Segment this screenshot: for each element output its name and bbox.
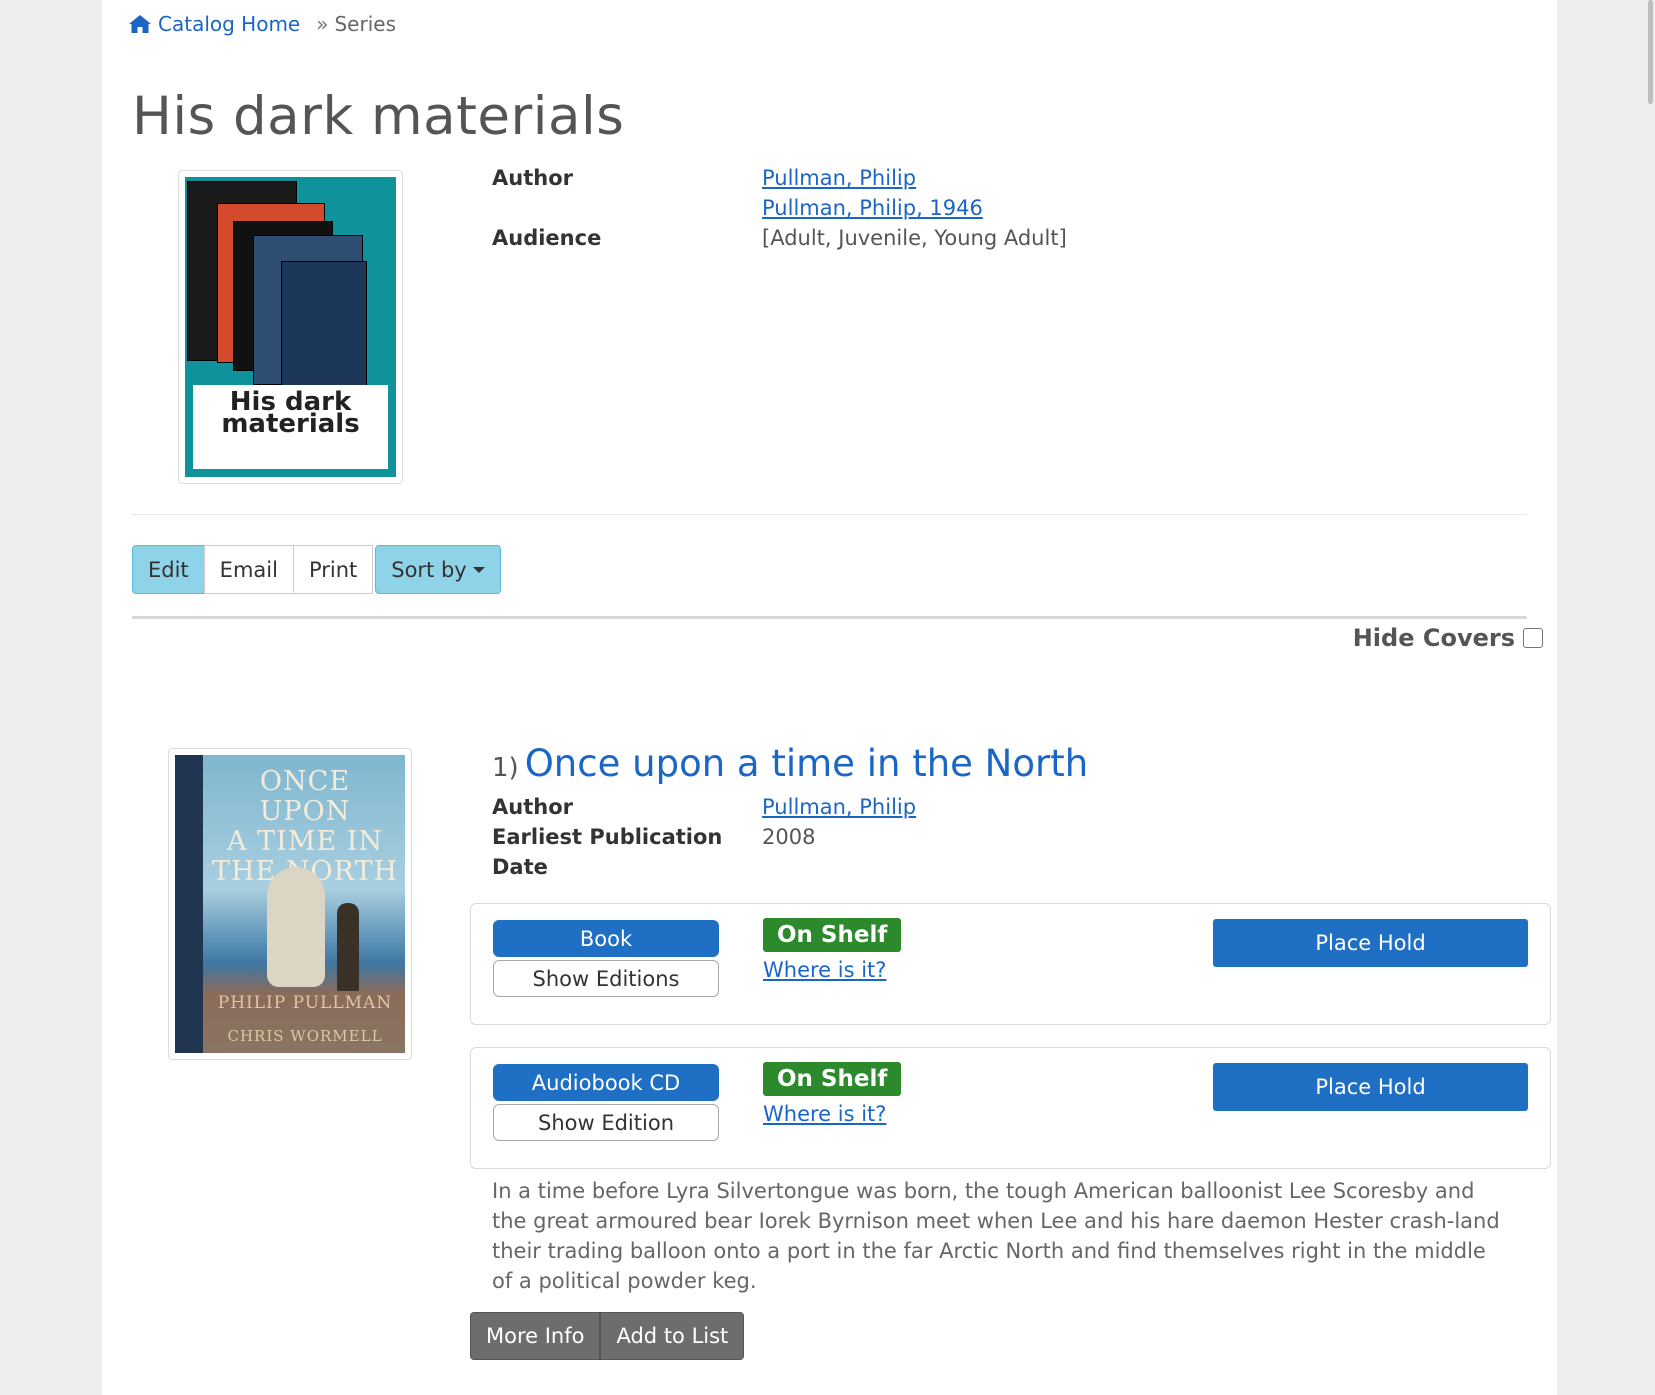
series-cover-caption: His dark materials	[193, 385, 388, 469]
publication-date-label-line-1: Earliest Publication	[492, 825, 723, 849]
cover-man-figure	[337, 903, 359, 991]
item-number: 1)	[492, 753, 519, 783]
where-is-it-link[interactable]: Where is it?	[763, 958, 886, 982]
item-actions: More Info Add to List	[470, 1312, 745, 1360]
breadcrumb-separator: »	[316, 12, 329, 36]
cover-title-line-1: ONCE UPON	[259, 766, 351, 827]
status-badge: On Shelf	[763, 918, 902, 952]
item-description: In a time before Lyra Silvertongue was b…	[492, 1179, 1500, 1293]
scrollbar[interactable]	[1645, 0, 1655, 1395]
cover-bear-figure	[267, 867, 325, 987]
home-icon	[129, 15, 151, 33]
publication-date-value: 2008	[762, 825, 816, 849]
cover-spine	[175, 755, 203, 1053]
sort-by-button[interactable]: Sort by	[375, 545, 501, 594]
series-cover-image: His dark materials	[185, 177, 396, 477]
cover-book-5	[281, 261, 367, 391]
item-details: Author Pullman, Philip Earliest Publicat…	[492, 792, 916, 882]
breadcrumb-current: Series	[334, 12, 396, 36]
format-button-audiobook[interactable]: Audiobook CD	[493, 1064, 719, 1101]
divider	[132, 514, 1527, 515]
audience-value: [Adult, Juvenile, Young Adult]	[762, 226, 1067, 250]
item-title-link[interactable]: Once upon a time in the North	[525, 742, 1088, 785]
publication-date-label-line-2: Date	[492, 855, 548, 879]
series-toolbar: Edit Email Print Sort by	[132, 545, 501, 594]
scrollbar-thumb[interactable]	[1648, 0, 1653, 104]
series-cover[interactable]: His dark materials	[178, 170, 403, 484]
where-is-it-link[interactable]: Where is it?	[763, 1102, 886, 1126]
cover-caption-line-2: materials	[221, 409, 360, 439]
show-editions-button[interactable]: Show Editions	[493, 960, 719, 997]
more-info-button[interactable]: More Info	[470, 1312, 601, 1360]
edit-button[interactable]: Edit	[132, 545, 205, 594]
series-details: Author Pullman, Philip Pullman, Philip, …	[492, 163, 1067, 253]
cover-illustrator: CHRIS WORMELL	[227, 1027, 383, 1045]
breadcrumb-home-link[interactable]: Catalog Home	[128, 12, 300, 36]
hide-covers-checkbox[interactable]	[1523, 628, 1543, 648]
audience-label: Audience	[492, 226, 602, 250]
item-heading: 1) Once upon a time in the North	[492, 742, 1088, 785]
cover-title-line-2: A TIME IN	[227, 826, 383, 857]
page-content: Catalog Home » Series His dark materials…	[102, 0, 1557, 1395]
add-to-list-button[interactable]: Add to List	[600, 1312, 745, 1360]
caret-down-icon	[472, 566, 485, 573]
email-button[interactable]: Email	[203, 545, 294, 594]
sort-by-label: Sort by	[391, 557, 467, 582]
cover-author: PHILIP PULLMAN	[217, 993, 393, 1013]
author-link-1[interactable]: Pullman, Philip	[762, 163, 983, 193]
status-badge: On Shelf	[763, 1062, 902, 1096]
item-cover-image: ONCE UPON A TIME IN THE NORTH PHILIP PUL…	[175, 755, 405, 1053]
item-cover[interactable]: ONCE UPON A TIME IN THE NORTH PHILIP PUL…	[168, 748, 412, 1060]
place-hold-button[interactable]: Place Hold	[1213, 919, 1528, 967]
publication-date-label: Earliest Publication Date	[492, 822, 762, 882]
breadcrumb: Catalog Home » Series	[128, 12, 396, 36]
print-button[interactable]: Print	[292, 545, 374, 594]
show-edition-button[interactable]: Show Edition	[493, 1104, 719, 1141]
author-label: Author	[492, 166, 573, 190]
place-hold-button[interactable]: Place Hold	[1213, 1063, 1528, 1111]
format-button-book[interactable]: Book	[493, 920, 719, 957]
item-author-label: Author	[492, 795, 573, 819]
divider	[132, 616, 1527, 619]
item-author-link[interactable]: Pullman, Philip	[762, 792, 916, 822]
format-row: Book Show Editions On Shelf Where is it?…	[470, 903, 1551, 1025]
author-link-2[interactable]: Pullman, Philip, 1946	[762, 193, 983, 223]
breadcrumb-home-label: Catalog Home	[158, 12, 301, 36]
format-row: Audiobook CD Show Edition On Shelf Where…	[470, 1047, 1551, 1169]
hide-covers-toggle[interactable]: Hide Covers	[1353, 624, 1543, 652]
hide-covers-label: Hide Covers	[1352, 624, 1515, 652]
page-title: His dark materials	[132, 86, 625, 147]
